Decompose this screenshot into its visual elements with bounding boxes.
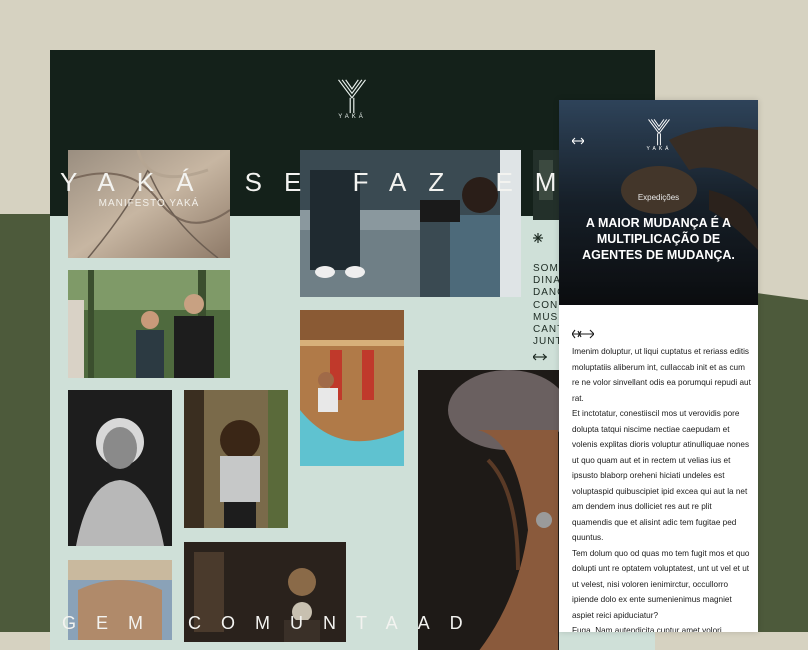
- article-paragraph: Fuga. Nam autendicita cuptur amet volori: [572, 626, 722, 632]
- bottom-headline: GEM COMUNTAAD: [62, 613, 483, 633]
- curly-hair-photo[interactable]: [184, 390, 288, 528]
- article-body: Imenim doluptur, ut liqui cuptatus et re…: [572, 344, 752, 632]
- article-paragraph: Tem dolum quo od quas mo tem fugit mos e…: [572, 548, 750, 620]
- mobile-headline: A MAIOR MUDANÇA É A MULTIPLICAÇÃO DE AGE…: [582, 216, 735, 262]
- arrow-icon: [571, 326, 595, 339]
- article-paragraph: Imenim doluptur, ut liqui cuptatus et re…: [572, 347, 751, 403]
- mobile-brand-wordmark: YAKÁ: [646, 146, 672, 152]
- mobile-brand-logo[interactable]: YAKÁ: [645, 118, 673, 156]
- brand-logo[interactable]: YAKÁ: [335, 78, 369, 128]
- y-logo-icon: [338, 79, 366, 114]
- forest-group-photo[interactable]: [68, 270, 230, 378]
- y-logo-icon: [648, 119, 670, 146]
- menu-icon[interactable]: [571, 132, 585, 145]
- elder-woman-photo[interactable]: [68, 390, 172, 546]
- hammock-photo[interactable]: [300, 310, 404, 466]
- brand-wordmark: YAKÁ: [338, 114, 366, 120]
- mobile-mockup: YAKÁ Expedições A MAIOR MUDANÇA É A MULT…: [559, 100, 758, 632]
- manifesto-label: MANIFESTO YAKÁ: [98, 198, 200, 209]
- category-tag[interactable]: Expedições: [559, 193, 758, 202]
- double-arrow-icon: [532, 348, 547, 361]
- article-paragraph: Et inctotatur, conestiiscil mos ut verov…: [572, 409, 750, 542]
- star-icon: [533, 230, 543, 243]
- praying-hands-photo[interactable]: [418, 370, 559, 650]
